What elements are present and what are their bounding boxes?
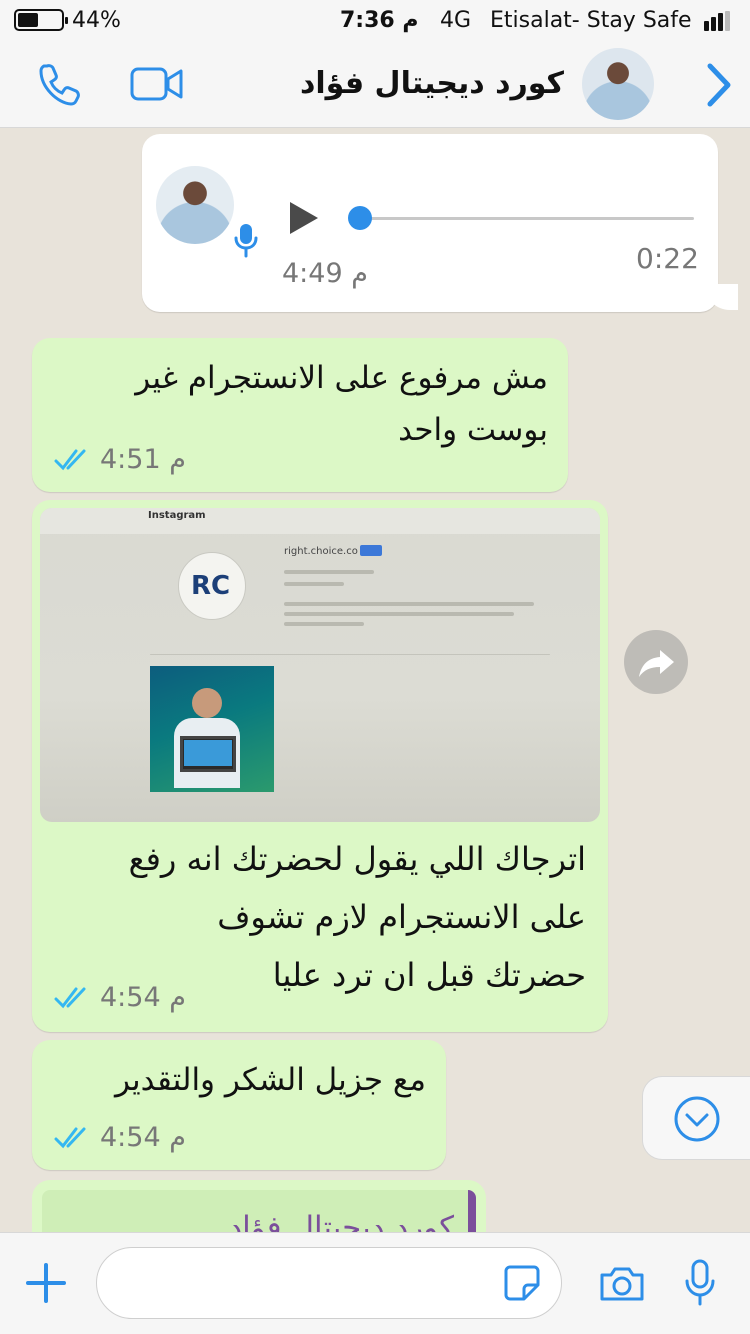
mic-icon (234, 222, 258, 258)
image-message[interactable]: Instagram RC right.choice.co اترجاك اللي… (32, 500, 608, 1032)
chat-area[interactable]: 0:22 4:49 م مش مرفوع على الانستجرام غير … (0, 128, 750, 1232)
carrier-name: Etisalat- Stay Safe (490, 8, 692, 33)
image-caption: اترجاك اللي يقول لحضرتك انه رفع على الان… (56, 830, 586, 1004)
message-line: مش مرفوع على الانستجرام غير (135, 360, 548, 396)
quoted-sender-name: كورد ديجيتال فؤاد (228, 1210, 454, 1232)
photo-divider (150, 654, 550, 655)
message-meta: 4:54 م (54, 982, 186, 1013)
battery-percent: 44% (72, 8, 121, 33)
video-icon[interactable] (130, 66, 184, 102)
reply-message[interactable]: كورد ديجيتال فؤاد (32, 1180, 486, 1232)
voice-progress-knob[interactable] (348, 206, 372, 230)
voice-duration: 0:22 (636, 242, 699, 275)
caption-line: اترجاك اللي يقول لحضرتك انه رفع (128, 840, 586, 878)
read-ticks-icon (54, 987, 86, 1008)
message-bubble[interactable]: مش مرفوع على الانستجرام غير بوست واحد 4:… (32, 338, 568, 492)
message-time: 4:54 م (100, 1122, 186, 1153)
mic-icon[interactable] (684, 1259, 716, 1307)
message-line: مع جزيل الشكر والتقدير (114, 1062, 426, 1098)
signal-icon (704, 11, 736, 31)
read-ticks-icon (54, 1127, 86, 1148)
sticker-icon[interactable] (504, 1265, 540, 1301)
status-bar: 44% 7:36 م 4G Etisalat- Stay Safe (0, 0, 750, 42)
play-icon[interactable] (288, 200, 320, 236)
message-meta: 4:51 م (54, 444, 186, 475)
photo-text-line (284, 602, 534, 606)
message-meta: 4:54 م (54, 1122, 186, 1153)
message-text: مش مرفوع على الانستجرام غير بوست واحد (48, 352, 548, 456)
input-bar (0, 1232, 750, 1334)
chevron-right-icon[interactable] (706, 62, 732, 108)
photo-logo: RC (178, 552, 246, 620)
contact-avatar[interactable] (582, 48, 654, 120)
plus-icon[interactable] (26, 1263, 66, 1303)
forward-icon (639, 650, 674, 677)
photo-instagram-bar (40, 508, 600, 534)
voice-message[interactable]: 0:22 4:49 م (142, 134, 718, 312)
message-photo[interactable]: Instagram RC right.choice.co (40, 508, 600, 822)
read-ticks-icon (54, 449, 86, 470)
battery-icon (14, 9, 68, 31)
forward-button[interactable] (624, 630, 688, 694)
photo-text-line (284, 570, 374, 574)
photo-text-line (284, 582, 344, 586)
message-text: مع جزيل الشكر والتقدير (46, 1054, 426, 1106)
photo-post-thumbnail (150, 666, 274, 792)
sender-avatar (156, 166, 234, 244)
voice-progress-track[interactable] (356, 217, 694, 220)
photo-brand: Instagram (148, 510, 206, 521)
message-time: 4:54 م (100, 982, 186, 1013)
photo-text-line (284, 612, 514, 616)
chevron-down-icon (674, 1096, 720, 1142)
photo-follow-button (360, 545, 382, 556)
contact-name[interactable]: كورد ديجيتال فؤاد (300, 66, 564, 101)
camera-icon[interactable] (598, 1265, 646, 1303)
quoted-message[interactable]: كورد ديجيتال فؤاد (42, 1190, 476, 1232)
network-type: 4G (440, 8, 472, 33)
photo-text-line (284, 622, 364, 626)
chat-header: كورد ديجيتال فؤاد (0, 42, 750, 128)
status-time: 7:36 م (340, 8, 419, 33)
caption-line: على الانستجرام لازم تشوف (217, 898, 586, 936)
photo-handle: right.choice.co (284, 546, 358, 557)
message-time: 4:51 م (100, 444, 186, 475)
message-bubble[interactable]: مع جزيل الشكر والتقدير 4:54 م (32, 1040, 446, 1170)
message-input[interactable] (96, 1247, 562, 1319)
message-time: 4:49 م (282, 258, 368, 289)
scroll-to-bottom-button[interactable] (642, 1076, 750, 1160)
phone-icon[interactable] (38, 62, 82, 106)
